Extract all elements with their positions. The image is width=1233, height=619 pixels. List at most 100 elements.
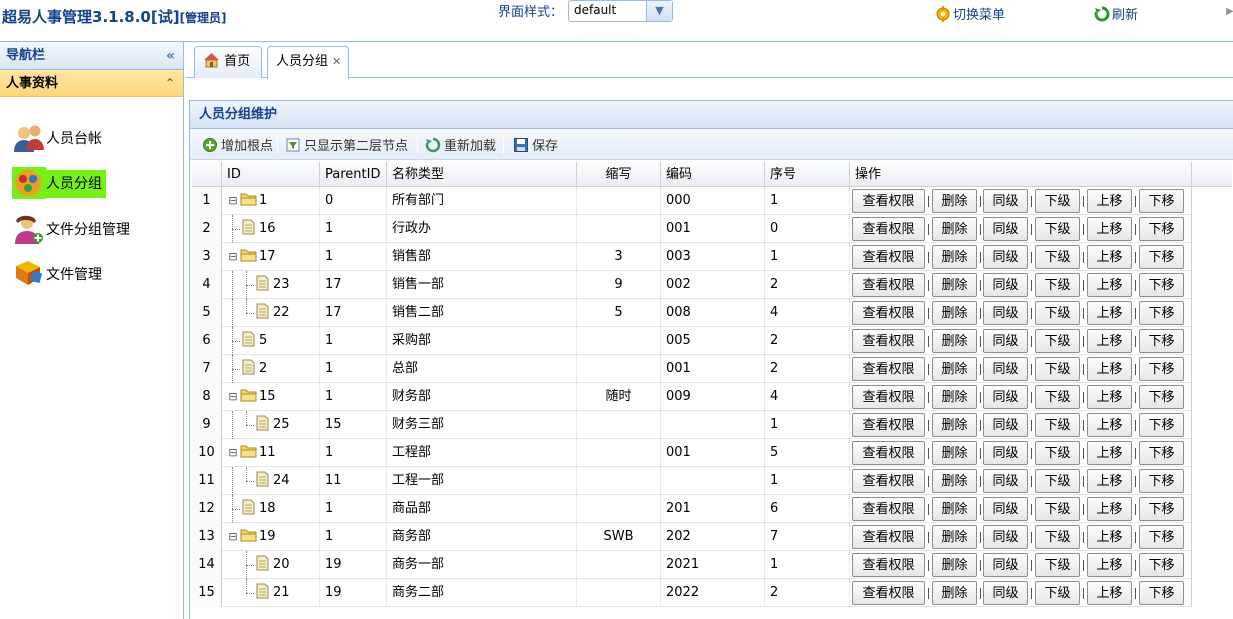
move-up-button[interactable]: 上移: [1087, 301, 1132, 325]
table-row[interactable]: 14 20 19 商务一部 2021 1 查看权限 删除 同级 下级 上移 下移: [192, 551, 1192, 579]
add-child-button[interactable]: 下级: [1035, 273, 1080, 297]
tree-node[interactable]: 18: [222, 495, 320, 523]
add-sibling-button[interactable]: 同级: [983, 525, 1028, 549]
move-up-button[interactable]: 上移: [1087, 581, 1132, 605]
add-sibling-button[interactable]: 同级: [983, 329, 1028, 353]
move-down-button[interactable]: 下移: [1139, 441, 1184, 465]
move-up-button[interactable]: 上移: [1087, 245, 1132, 269]
refresh-button[interactable]: 刷新: [1094, 4, 1138, 23]
tree-collapse-icon[interactable]: ⊟: [226, 383, 240, 411]
tree-collapse-icon[interactable]: ⊟: [226, 523, 240, 551]
move-down-button[interactable]: 下移: [1139, 217, 1184, 241]
move-down-button[interactable]: 下移: [1139, 357, 1184, 381]
delete-button[interactable]: 删除: [932, 413, 977, 437]
add-child-button[interactable]: 下级: [1035, 553, 1080, 577]
add-sibling-button[interactable]: 同级: [983, 413, 1028, 437]
save-button[interactable]: 保存: [513, 135, 558, 154]
move-up-button[interactable]: 上移: [1087, 553, 1132, 577]
move-up-button[interactable]: 上移: [1087, 273, 1132, 297]
header-parent-id[interactable]: ParentID: [320, 162, 387, 187]
tree-node[interactable]: ⊟ 17: [222, 243, 320, 271]
move-down-button[interactable]: 下移: [1139, 469, 1184, 493]
move-down-button[interactable]: 下移: [1139, 385, 1184, 409]
add-sibling-button[interactable]: 同级: [983, 385, 1028, 409]
move-up-button[interactable]: 上移: [1087, 469, 1132, 493]
delete-button[interactable]: 删除: [932, 357, 977, 381]
view-permission-button[interactable]: 查看权限: [852, 217, 925, 241]
add-child-button[interactable]: 下级: [1035, 301, 1080, 325]
move-up-button[interactable]: 上移: [1087, 357, 1132, 381]
add-sibling-button[interactable]: 同级: [983, 581, 1028, 605]
add-child-button[interactable]: 下级: [1035, 441, 1080, 465]
move-down-button[interactable]: 下移: [1139, 413, 1184, 437]
delete-button[interactable]: 删除: [932, 245, 977, 269]
view-permission-button[interactable]: 查看权限: [852, 469, 925, 493]
tree-node[interactable]: 25: [222, 411, 320, 439]
collapse-up-icon[interactable]: ⌃: [165, 70, 175, 97]
header-name-type[interactable]: 名称类型: [387, 162, 577, 187]
add-child-button[interactable]: 下级: [1035, 329, 1080, 353]
collapse-left-icon[interactable]: «: [166, 42, 175, 70]
view-permission-button[interactable]: 查看权限: [852, 357, 925, 381]
add-sibling-button[interactable]: 同级: [983, 273, 1028, 297]
show-second-level-button[interactable]: 只显示第二层节点: [285, 135, 408, 154]
sidebar-item-file-group[interactable]: 文件分组管理: [12, 213, 130, 247]
tree-node[interactable]: ⊟ 1: [222, 187, 320, 215]
theme-select[interactable]: default ▼: [568, 0, 673, 22]
table-row[interactable]: 10 ⊟ 11 1 工程部 001 5 查看权限 删除 同级 下级 上移 下移: [192, 439, 1192, 467]
move-up-button[interactable]: 上移: [1087, 497, 1132, 521]
delete-button[interactable]: 删除: [932, 385, 977, 409]
move-down-button[interactable]: 下移: [1139, 301, 1184, 325]
table-row[interactable]: 13 ⊟ 19 1 商务部 SWB 202 7 查看权限 删除 同级 下级 上移 下移: [192, 523, 1192, 551]
move-down-button[interactable]: 下移: [1139, 245, 1184, 269]
view-permission-button[interactable]: 查看权限: [852, 245, 925, 269]
tree-node[interactable]: ⊟ 15: [222, 383, 320, 411]
delete-button[interactable]: 删除: [932, 217, 977, 241]
delete-button[interactable]: 删除: [932, 581, 977, 605]
tab-staff-group[interactable]: 人员分组 ✕: [267, 46, 349, 79]
move-down-button[interactable]: 下移: [1139, 525, 1184, 549]
sidebar-item-staff-group[interactable]: 人员分组: [12, 167, 106, 201]
sidebar-section-header[interactable]: 人事资料 ⌃: [0, 70, 183, 97]
add-child-button[interactable]: 下级: [1035, 581, 1080, 605]
table-row[interactable]: 2 16 1 行政办 001 0 查看权限 删除 同级 下级 上移 下移: [192, 215, 1192, 243]
move-down-button[interactable]: 下移: [1139, 553, 1184, 577]
sidebar-item-staff-ledger[interactable]: 人员台帐: [12, 122, 102, 156]
add-sibling-button[interactable]: 同级: [983, 441, 1028, 465]
tree-node[interactable]: 16: [222, 215, 320, 243]
add-child-button[interactable]: 下级: [1035, 497, 1080, 521]
add-sibling-button[interactable]: 同级: [983, 301, 1028, 325]
view-permission-button[interactable]: 查看权限: [852, 553, 925, 577]
add-child-button[interactable]: 下级: [1035, 385, 1080, 409]
table-row[interactable]: 1 ⊟ 1 0 所有部门 000 1 查看权限 删除 同级 下级 上移 下移: [192, 187, 1192, 215]
arrow-right-icon[interactable]: ▶: [1226, 6, 1233, 17]
add-child-button[interactable]: 下级: [1035, 413, 1080, 437]
view-permission-button[interactable]: 查看权限: [852, 525, 925, 549]
add-sibling-button[interactable]: 同级: [983, 497, 1028, 521]
move-up-button[interactable]: 上移: [1087, 189, 1132, 213]
tree-node[interactable]: 21: [222, 579, 320, 607]
view-permission-button[interactable]: 查看权限: [852, 301, 925, 325]
delete-button[interactable]: 删除: [932, 189, 977, 213]
delete-button[interactable]: 删除: [932, 553, 977, 577]
view-permission-button[interactable]: 查看权限: [852, 413, 925, 437]
delete-button[interactable]: 删除: [932, 469, 977, 493]
view-permission-button[interactable]: 查看权限: [852, 497, 925, 521]
tree-collapse-icon[interactable]: ⊟: [226, 243, 240, 271]
delete-button[interactable]: 删除: [932, 329, 977, 353]
delete-button[interactable]: 删除: [932, 273, 977, 297]
table-row[interactable]: 9 25 15 财务三部 1 查看权限 删除 同级 下级 上移 下移: [192, 411, 1192, 439]
table-row[interactable]: 12 18 1 商品部 201 6 查看权限 删除 同级 下级 上移 下移: [192, 495, 1192, 523]
header-abbr[interactable]: 缩写: [577, 162, 661, 187]
tree-node[interactable]: 20: [222, 551, 320, 579]
chevron-down-icon[interactable]: ▼: [646, 1, 672, 21]
view-permission-button[interactable]: 查看权限: [852, 581, 925, 605]
view-permission-button[interactable]: 查看权限: [852, 189, 925, 213]
move-up-button[interactable]: 上移: [1087, 329, 1132, 353]
add-child-button[interactable]: 下级: [1035, 469, 1080, 493]
tree-node[interactable]: 5: [222, 327, 320, 355]
table-row[interactable]: 4 23 17 销售一部 9 002 2 查看权限 删除 同级 下级 上移 下移: [192, 271, 1192, 299]
add-child-button[interactable]: 下级: [1035, 217, 1080, 241]
move-up-button[interactable]: 上移: [1087, 385, 1132, 409]
view-permission-button[interactable]: 查看权限: [852, 441, 925, 465]
